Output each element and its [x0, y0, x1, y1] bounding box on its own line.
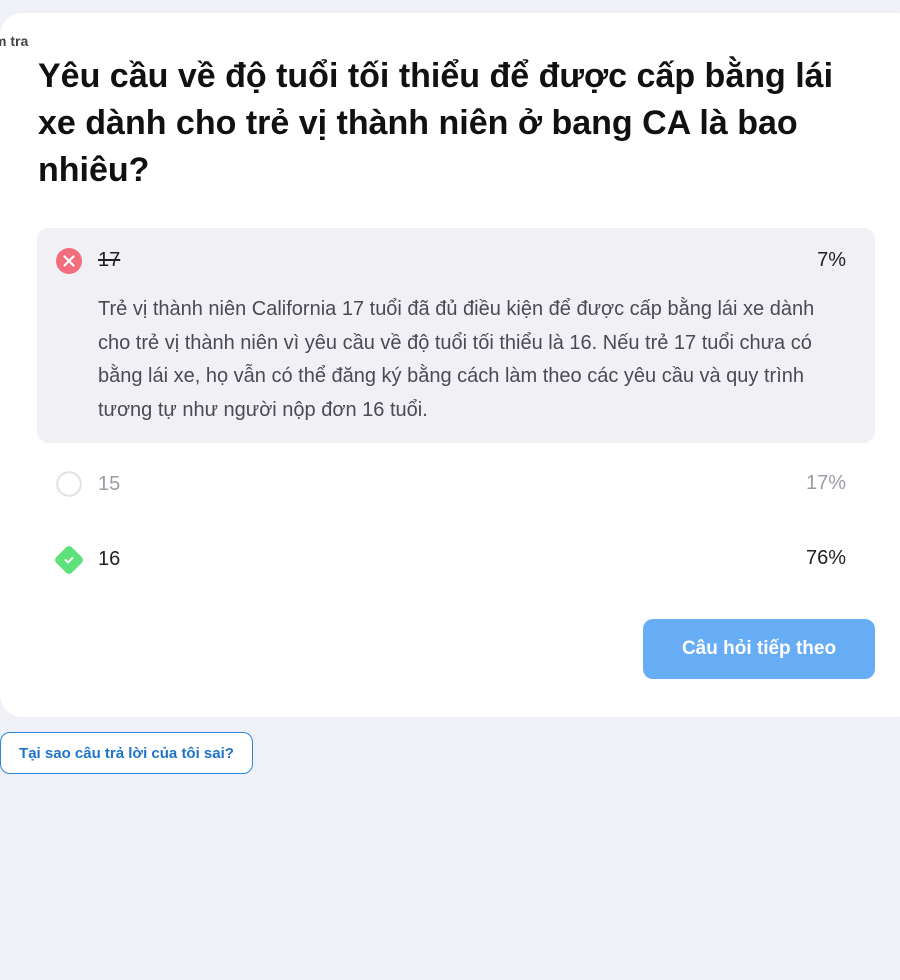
answer-option-16[interactable]: 16 76%	[37, 528, 875, 588]
next-question-button[interactable]: Câu hỏi tiếp theo	[643, 619, 875, 679]
option-label: 16	[98, 548, 121, 570]
option-percent: 76%	[805, 547, 846, 569]
answer-option-15[interactable]: 15 17%	[37, 454, 875, 514]
page: m tra Yêu cầu về độ tuổi tối thiểu để đư…	[0, 0, 900, 980]
option-label: 17	[98, 249, 121, 271]
wrong-x-icon	[56, 248, 82, 274]
answer-option-17[interactable]: 17 7% Trẻ vị thành niên California 17 tu…	[37, 228, 875, 443]
answer-explanation: Trẻ vị thành niên California 17 tuổi đã …	[98, 298, 815, 421]
why-wrong-button[interactable]: Tại sao câu trả lời của tôi sai?	[0, 732, 253, 774]
option-percent: 7%	[817, 249, 846, 271]
question-card: m tra Yêu cầu về độ tuổi tối thiểu để đư…	[0, 13, 900, 717]
option-label: 15	[98, 473, 121, 495]
option-percent: 17%	[805, 472, 846, 494]
question-text: Yêu cầu về độ tuổi tối thiểu để được cấp…	[38, 57, 834, 189]
breadcrumb: m tra	[0, 33, 29, 49]
check-diamond-icon	[55, 546, 83, 574]
empty-circle-icon	[56, 471, 82, 497]
